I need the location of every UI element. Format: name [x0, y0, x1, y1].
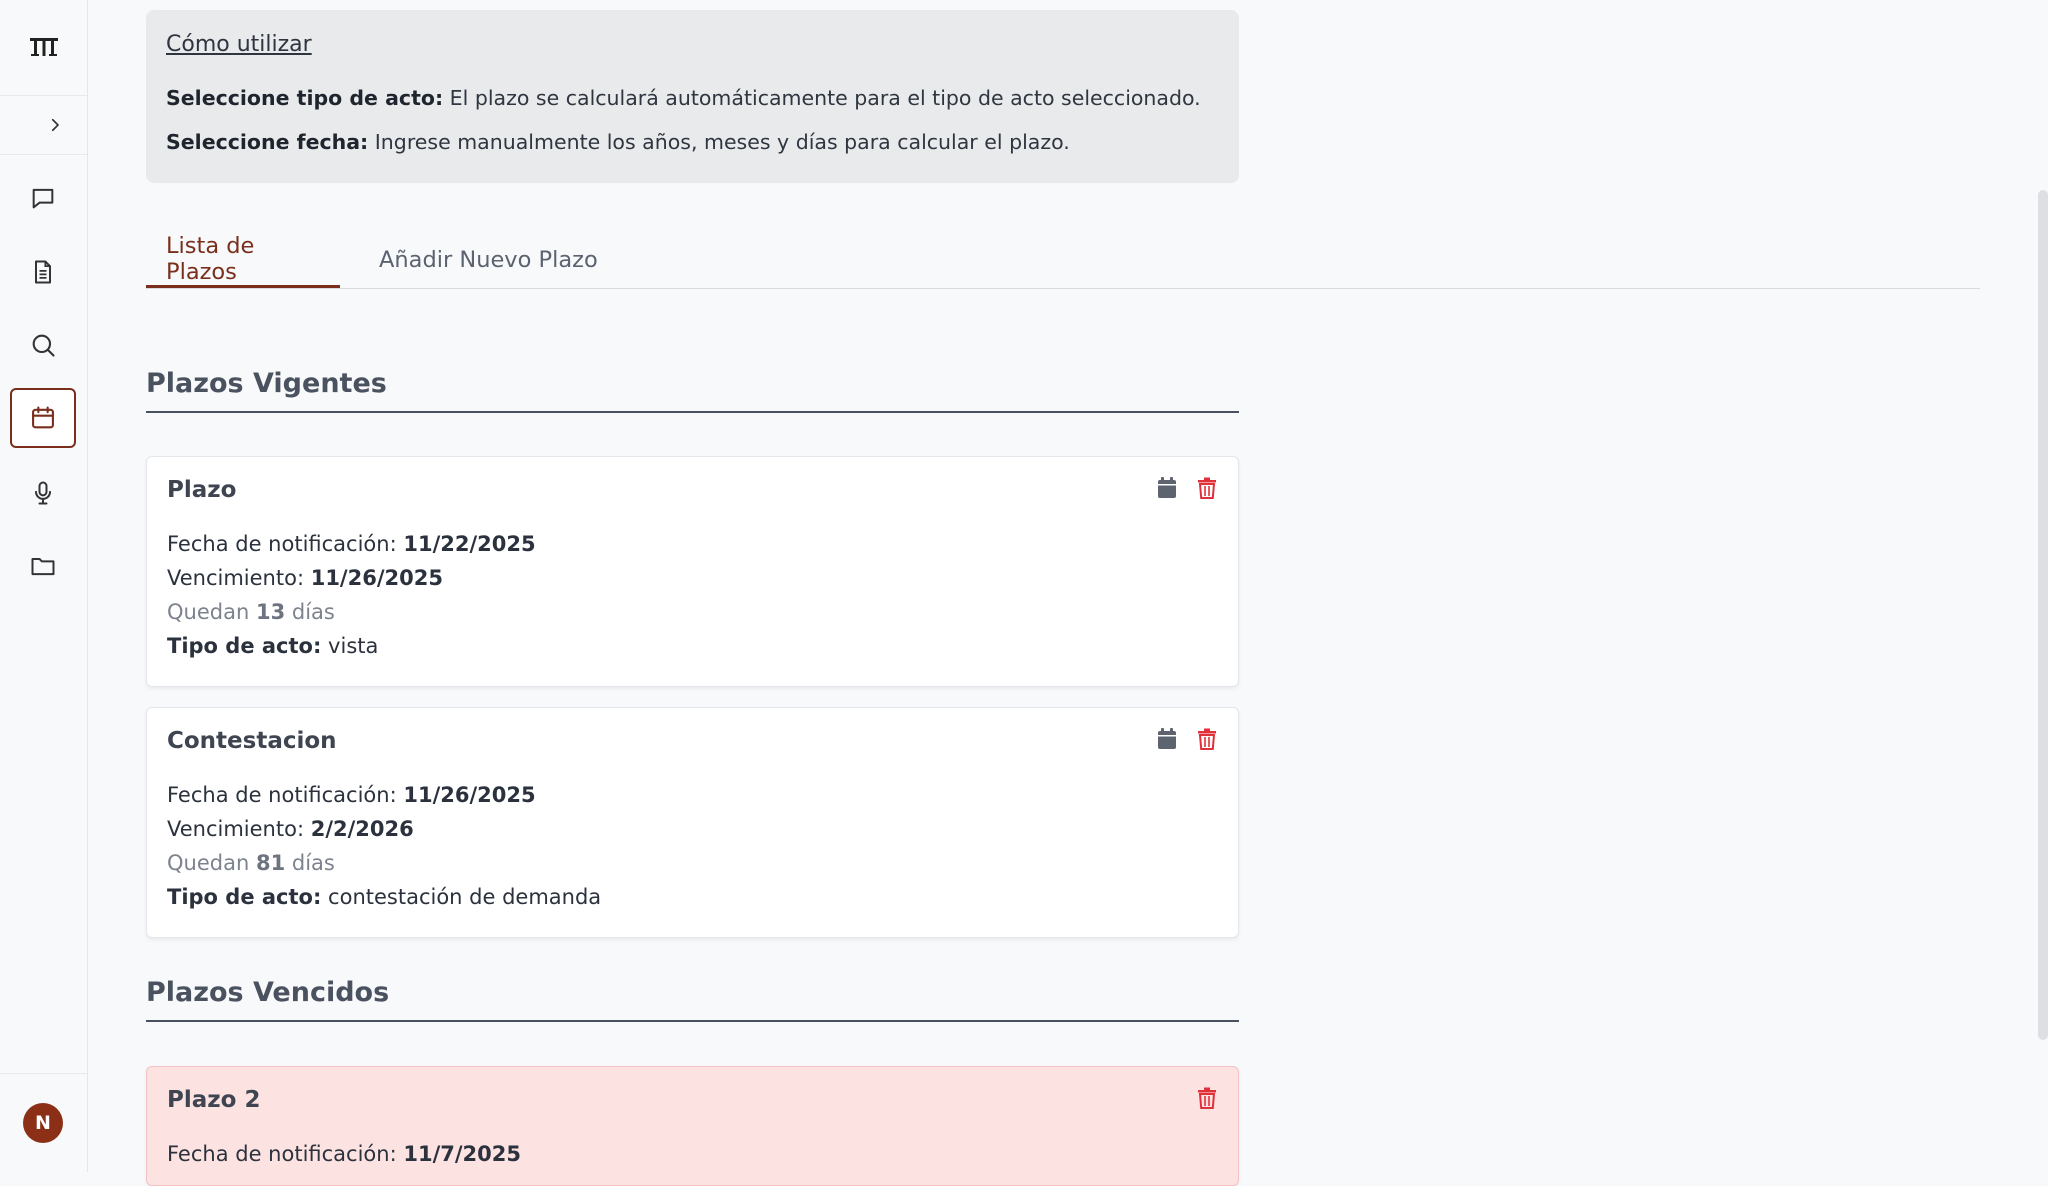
days-remaining-prefix: Quedan: [167, 600, 256, 624]
days-remaining-prefix: Quedan: [167, 851, 256, 875]
card-title: Plazo: [167, 477, 237, 503]
notification-date-value: 11/26/2025: [403, 783, 536, 807]
trash-icon: [1198, 477, 1216, 499]
notification-date: Fecha de notificación: 11/7/2025: [167, 1137, 1218, 1171]
chat-icon: [32, 188, 54, 209]
folder-icon: [31, 558, 55, 576]
how-to-use-panel: Cómo utilizar Seleccione tipo de acto: E…: [146, 10, 1239, 183]
due-date-value: 11/26/2025: [310, 566, 443, 590]
notification-date-value: 11/22/2025: [403, 532, 536, 556]
calendar-icon: [1158, 728, 1176, 749]
tab-lista-de-plazos[interactable]: Lista de Plazos: [146, 232, 340, 288]
notification-date-value: 11/7/2025: [403, 1142, 521, 1166]
section-title-vigentes: Plazos Vigentes: [146, 368, 1239, 413]
info-line-date-label: Seleccione fecha:: [166, 130, 369, 154]
info-line-act-type: Seleccione tipo de acto: El plazo se cal…: [166, 85, 1219, 111]
act-type-label: Tipo de acto:: [167, 634, 322, 658]
card-title: Contestacion: [167, 728, 337, 754]
sidebar-divider: [0, 154, 87, 155]
info-line-act-type-text: El plazo se calculará automáticamente pa…: [443, 86, 1201, 110]
calendar-icon: [1158, 477, 1176, 498]
act-type: Tipo de acto: contestación de demanda: [167, 880, 1218, 914]
delete-deadline-button[interactable]: [1194, 726, 1220, 752]
chevron-right-icon: [51, 118, 59, 132]
due-date-label: Vencimiento:: [167, 566, 311, 590]
notification-date: Fecha de notificación: 11/26/2025: [167, 778, 1218, 812]
act-type: Tipo de acto: vista: [167, 629, 1218, 663]
nav-chat[interactable]: [10, 168, 76, 228]
user-avatar[interactable]: N: [23, 1103, 63, 1143]
logo-icon: [29, 38, 58, 56]
tab-anadir-nuevo-plazo[interactable]: Añadir Nuevo Plazo: [359, 232, 618, 288]
due-date: Vencimiento: 2/2/2026: [167, 812, 1218, 846]
tabs-bar: Lista de Plazos Añadir Nuevo Plazo: [146, 232, 1980, 289]
page-scrollbar[interactable]: [2038, 190, 2048, 1040]
deadline-card: Contestacion Fecha de notificación: 11/2…: [146, 707, 1239, 938]
days-remaining: Quedan 81 días: [167, 846, 1218, 880]
days-remaining: Quedan 13 días: [167, 595, 1218, 629]
avatar-initial: N: [35, 1112, 51, 1134]
trash-icon: [1198, 728, 1216, 750]
sidebar: N: [0, 0, 88, 1172]
notification-date-label: Fecha de notificación:: [167, 532, 404, 556]
nav-microphone[interactable]: [10, 463, 76, 523]
due-date-value: 2/2/2026: [310, 817, 414, 841]
add-to-calendar-button[interactable]: [1154, 475, 1180, 501]
add-to-calendar-button[interactable]: [1154, 726, 1180, 752]
how-to-use-link[interactable]: Cómo utilizar: [166, 32, 312, 57]
info-line-act-type-label: Seleccione tipo de acto:: [166, 86, 444, 110]
calendar-icon: [32, 406, 54, 429]
section-title-vencidos: Plazos Vencidos: [146, 977, 1239, 1022]
days-remaining-suffix: días: [285, 851, 335, 875]
days-remaining-value: 81: [255, 851, 286, 875]
due-date: Vencimiento: 11/26/2025: [167, 561, 1218, 595]
notification-date-label: Fecha de notificación:: [167, 783, 404, 807]
card-title: Plazo 2: [167, 1087, 261, 1113]
act-type-value: vista: [321, 634, 379, 658]
days-remaining-suffix: días: [285, 600, 335, 624]
info-line-date-text: Ingrese manualmente los años, meses y dí…: [368, 130, 1070, 154]
delete-deadline-button[interactable]: [1194, 475, 1220, 501]
sidebar-divider: [0, 1073, 87, 1074]
days-remaining-value: 13: [255, 600, 286, 624]
expand-sidebar-button[interactable]: [40, 110, 70, 140]
act-type-label: Tipo de acto:: [167, 885, 322, 909]
notification-date: Fecha de notificación: 11/22/2025: [167, 527, 1218, 561]
nav-documents[interactable]: [10, 242, 76, 302]
sidebar-divider: [0, 95, 87, 96]
nav-calendar[interactable]: [10, 388, 76, 448]
search-icon: [32, 334, 55, 357]
card-actions: [1154, 475, 1220, 501]
card-actions: [1194, 1085, 1220, 1111]
expired-deadline-card: Plazo 2 Fecha de notificación: 11/7/2025: [146, 1066, 1239, 1186]
nav-search[interactable]: [10, 315, 76, 375]
due-date-label: Vencimiento:: [167, 817, 311, 841]
info-line-date: Seleccione fecha: Ingrese manualmente lo…: [166, 129, 1219, 155]
deadline-card: Plazo Fecha de notificación: 11/22/2025 …: [146, 456, 1239, 687]
delete-deadline-button[interactable]: [1194, 1085, 1220, 1111]
notification-date-label: Fecha de notificación:: [167, 1142, 404, 1166]
trash-icon: [1198, 1087, 1216, 1109]
card-actions: [1154, 726, 1220, 752]
act-type-value: contestación de demanda: [321, 885, 602, 909]
nav-folder[interactable]: [10, 536, 76, 596]
document-icon: [35, 260, 51, 284]
microphone-icon: [35, 481, 51, 505]
app-logo[interactable]: [0, 26, 87, 68]
